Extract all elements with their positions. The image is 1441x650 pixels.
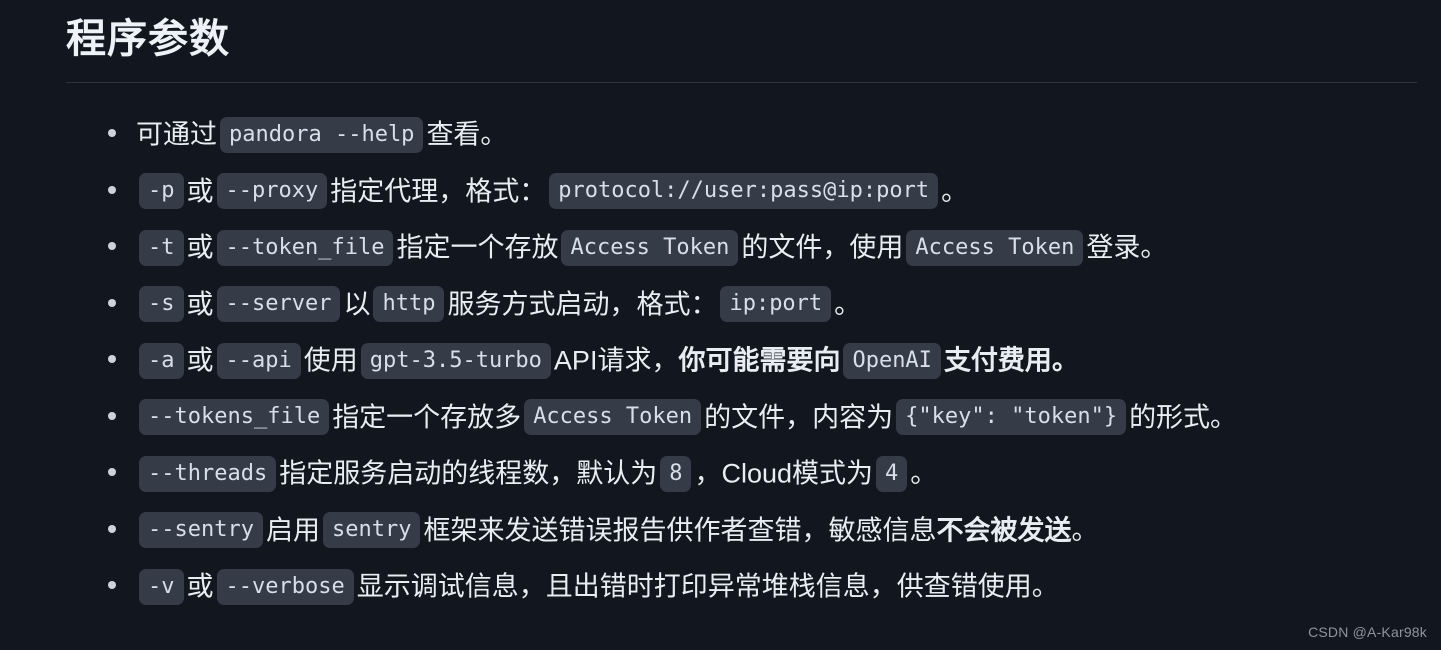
list-item-text: 的文件，内容为 (704, 402, 894, 433)
list-item-text: 指定服务启动的线程数，默认为 (279, 458, 658, 489)
list-item-text: 或 (186, 176, 214, 207)
list-item: --tokens_file 指定一个存放多 Access Token 的文件，内容为{… (0, 388, 1441, 445)
list-item-text: 。 (834, 289, 862, 320)
list-item-text: 指定一个存放 (396, 232, 559, 263)
code-chip: Access Token (524, 399, 702, 436)
list-item: -v 或 --verbose 显示调试信息，且出错时打印异常堆栈信息，供查错使用。 (0, 557, 1441, 614)
list-item-text: 以 (343, 289, 371, 320)
code-chip: {"key": "token"} (896, 399, 1127, 436)
emphasis-text: 不会被发送 (936, 515, 1072, 546)
code-chip: ip:port (720, 286, 832, 323)
list-item-text: 的文件，使用 (741, 232, 904, 263)
code-chip: protocol://user:pass@ip:port (549, 173, 939, 210)
list-item-text: 指定代理，格式： (330, 176, 547, 207)
code-chip: --server (216, 286, 341, 323)
list-item: --sentry 启用 sentry 框架来发送错误报告供作者查错，敏感信息不会被发送… (0, 501, 1441, 558)
list-item-text: 指定一个存放多 (332, 402, 522, 433)
list-item-text: 查看。 (426, 119, 508, 150)
code-chip: Access Token (906, 229, 1084, 266)
code-chip: --threads (139, 455, 277, 492)
code-chip: 4 (876, 455, 908, 492)
bullet-icon (108, 581, 116, 590)
code-chip: -s (139, 286, 184, 323)
list-item-text: 。 (1071, 515, 1099, 546)
list-item: --threads 指定服务启动的线程数，默认为 8 ，Cloud模式为 4。 (0, 444, 1441, 501)
list-item-text: 显示调试信息，且出错时打印异常堆栈信息，供查错使用。 (356, 571, 1059, 602)
code-chip: pandora --help (220, 116, 424, 153)
title-block: 程序参数 (0, 0, 1441, 82)
code-chip: http (373, 286, 445, 323)
code-chip: Access Token (561, 229, 739, 266)
list-item: -a 或 --api 使用 gpt-3.5-turbo API请求，你可能需要向 OpenA… (0, 331, 1441, 388)
list-item-text: 登录。 (1086, 232, 1168, 263)
argument-list: 可通过 pandora --help 查看。 -p 或 --proxy 指定代理，格式： pr… (0, 83, 1441, 614)
emphasis-text: 支付费用。 (943, 345, 1079, 376)
code-chip: -a (139, 342, 184, 379)
code-chip: --sentry (139, 512, 263, 549)
code-chip: -t (139, 229, 184, 266)
list-item-text: 或 (186, 345, 214, 376)
list-item-text: 或 (186, 571, 214, 602)
doc-page: 程序参数 可通过 pandora --help 查看。 -p 或 --proxy 指定代理，… (0, 0, 1441, 650)
list-item: -t 或 --token_file 指定一个存放 Access Token 的文件，使用 A… (0, 218, 1441, 275)
list-item-text: 。 (941, 176, 969, 207)
list-item-text: 可通过 (136, 119, 217, 150)
emphasis-text: 你可能需要向 (678, 345, 841, 376)
bullet-icon (108, 298, 116, 307)
bullet-icon (108, 411, 116, 420)
bullet-icon (108, 468, 116, 477)
bullet-icon (108, 524, 116, 533)
page-title: 程序参数 (66, 17, 230, 61)
list-item: -p 或 --proxy 指定代理，格式： protocol://user:pass@i… (0, 162, 1441, 219)
code-chip: --verbose (216, 568, 354, 605)
list-item-text: ，Cloud模式为 (694, 458, 874, 489)
code-chip: -p (139, 173, 184, 210)
code-chip: sentry (322, 512, 421, 549)
code-chip: --token_file (216, 229, 394, 266)
list-item-text: 服务方式启动，格式： (447, 289, 718, 320)
list-item-text: 或 (186, 289, 214, 320)
list-item-text: 。 (910, 458, 938, 489)
list-item-text: 框架来发送错误报告供作者查错，敏感信息 (423, 515, 937, 546)
list-item-text: 使用 (303, 345, 358, 376)
list-item: -s 或 --server 以 http 服务方式启动，格式： ip:port。 (0, 275, 1441, 332)
code-chip: -v (139, 568, 184, 605)
list-item-text: 启用 (265, 515, 320, 546)
watermark: CSDN @A-Kar98k (1308, 624, 1427, 640)
code-chip: --proxy (216, 173, 328, 210)
list-item-text: API请求， (553, 345, 679, 376)
bullet-icon (108, 129, 116, 138)
bullet-icon (108, 242, 116, 251)
code-chip: gpt-3.5-turbo (360, 342, 551, 379)
code-chip: 8 (660, 455, 692, 492)
code-chip: OpenAI (843, 342, 941, 379)
bullet-icon (108, 185, 116, 194)
bullet-icon (108, 355, 116, 364)
list-item-text: 或 (186, 232, 214, 263)
list-item: 可通过 pandora --help 查看。 (0, 105, 1441, 162)
list-item-text: 的形式。 (1129, 402, 1238, 433)
code-chip: --api (216, 342, 301, 379)
code-chip: --tokens_file (139, 399, 330, 436)
